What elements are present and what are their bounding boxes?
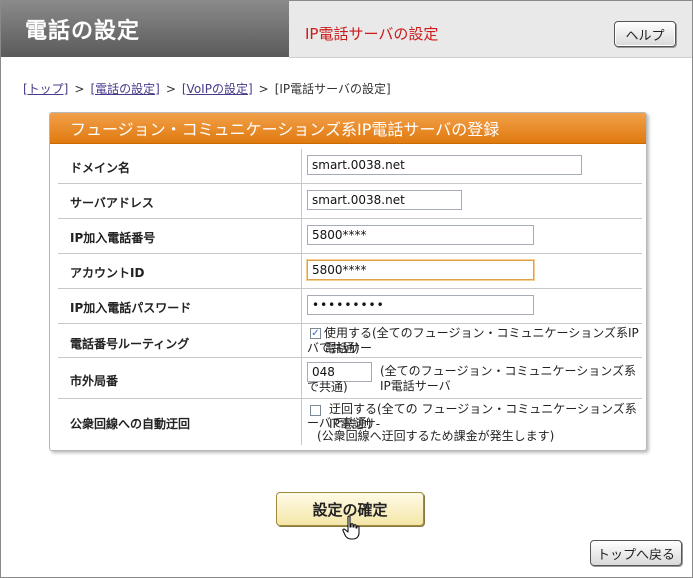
page-header: 電話の設定 IP電話サーバの設定 ヘルプ [1,1,692,58]
breadcrumb: [トップ] > [電話の設定] > [VoIPの設定] > [IP電話サーバの設定] [23,80,391,97]
row-divider [301,149,302,183]
breadcrumb-top-link[interactable]: [トップ] [23,82,68,96]
breadcrumb-separator: > [258,82,269,96]
breadcrumb-separator: > [165,82,176,96]
server-address-label: サーバアドレス [70,196,154,210]
account-id-label: アカウントID [70,266,145,280]
fallback-option-text: 迂回する(全ての フュージョン・コミュニケーションズ系IP電話サ- [329,402,637,431]
auto-fallback-label: 公衆回線への自動迂回 [70,417,191,431]
row-number-routing: 電話番号ルーティング ✓ 使用する(全てのフュージョン・コミュニケーションズ系I… [58,324,642,358]
help-button[interactable]: ヘルプ [614,21,676,47]
domain-label: ドメイン名 [70,161,131,175]
row-divider [301,219,302,253]
area-code-label: 市外局番 [70,374,119,388]
breadcrumb-separator: > [74,82,85,96]
row-auto-fallback: 公衆回線への自動迂回 迂回する(全ての フュージョン・コミュニケーションズ系IP… [58,399,642,445]
password-label: IP加入電話パスワード [70,301,192,315]
ip-phone-number-label: IP加入電話番号 [70,231,156,245]
ip-phone-number-input[interactable] [307,225,534,245]
routing-checkbox[interactable]: ✓ [310,328,321,339]
row-ip-phone-number: IP加入電話番号 [58,219,642,254]
domain-input[interactable] [307,155,582,175]
number-routing-label: 電話番号ルーティング [70,337,190,351]
app-frame: 電話の設定 IP電話サーバの設定 ヘルプ [トップ] > [電話の設定] > [VoIP… [0,0,693,578]
back-to-top-button[interactable]: トップへ戻る [590,540,682,566]
row-divider [301,184,302,218]
row-area-code: 市外局番 (全てのフュージョン・コミュニケーションズ系IP電話サーバ で共通) [58,358,642,399]
checkmark-icon: ✓ [311,328,320,339]
row-domain: ドメイン名 [58,149,642,184]
area-code-note: (全てのフュージョン・コミュニケーションズ系IP電話サーバ [380,364,636,393]
area-code-input[interactable] [307,362,372,382]
row-divider [301,399,302,445]
row-divider [301,289,302,323]
row-divider [301,254,302,288]
breadcrumb-voip-settings-link[interactable]: [VoIPの設定] [182,82,253,96]
fallback-charge-note: (公衆回線へ迂回するため課金が発生します) [317,429,555,443]
page-subtitle: IP電話サーバの設定 [305,25,439,43]
row-password: IP加入電話パスワード [58,289,642,324]
page-title: 電話の設定 [1,1,289,57]
breadcrumb-current: [IP電話サーバの設定] [274,82,391,96]
row-divider [301,324,302,357]
header-bar: IP電話サーバの設定 ヘルプ [289,1,692,58]
server-address-input[interactable] [307,190,462,210]
routing-option-text: 使用する(全てのフュージョン・コミュニケーションズ系IP電話サー [324,326,639,355]
area-code-note-cont: で共通) [307,380,348,394]
row-account-id: アカウントID [58,254,642,289]
row-server-address: サーバアドレス [58,184,642,219]
fallback-checkbox[interactable] [310,405,321,416]
panel-title: フュージョン・コミュニケーションズ系IP電話サーバの登録 [50,113,646,144]
ip-server-registration-panel: フュージョン・コミュニケーションズ系IP電話サーバの登録 ドメイン名 サーバアド… [49,112,647,451]
account-id-input[interactable] [307,260,534,280]
routing-option-text-cont: バで共通) [307,341,360,355]
row-divider [301,358,302,398]
password-input[interactable] [307,295,534,315]
hand-pointer-icon [342,515,360,540]
breadcrumb-phone-settings-link[interactable]: [電話の設定] [90,82,159,96]
